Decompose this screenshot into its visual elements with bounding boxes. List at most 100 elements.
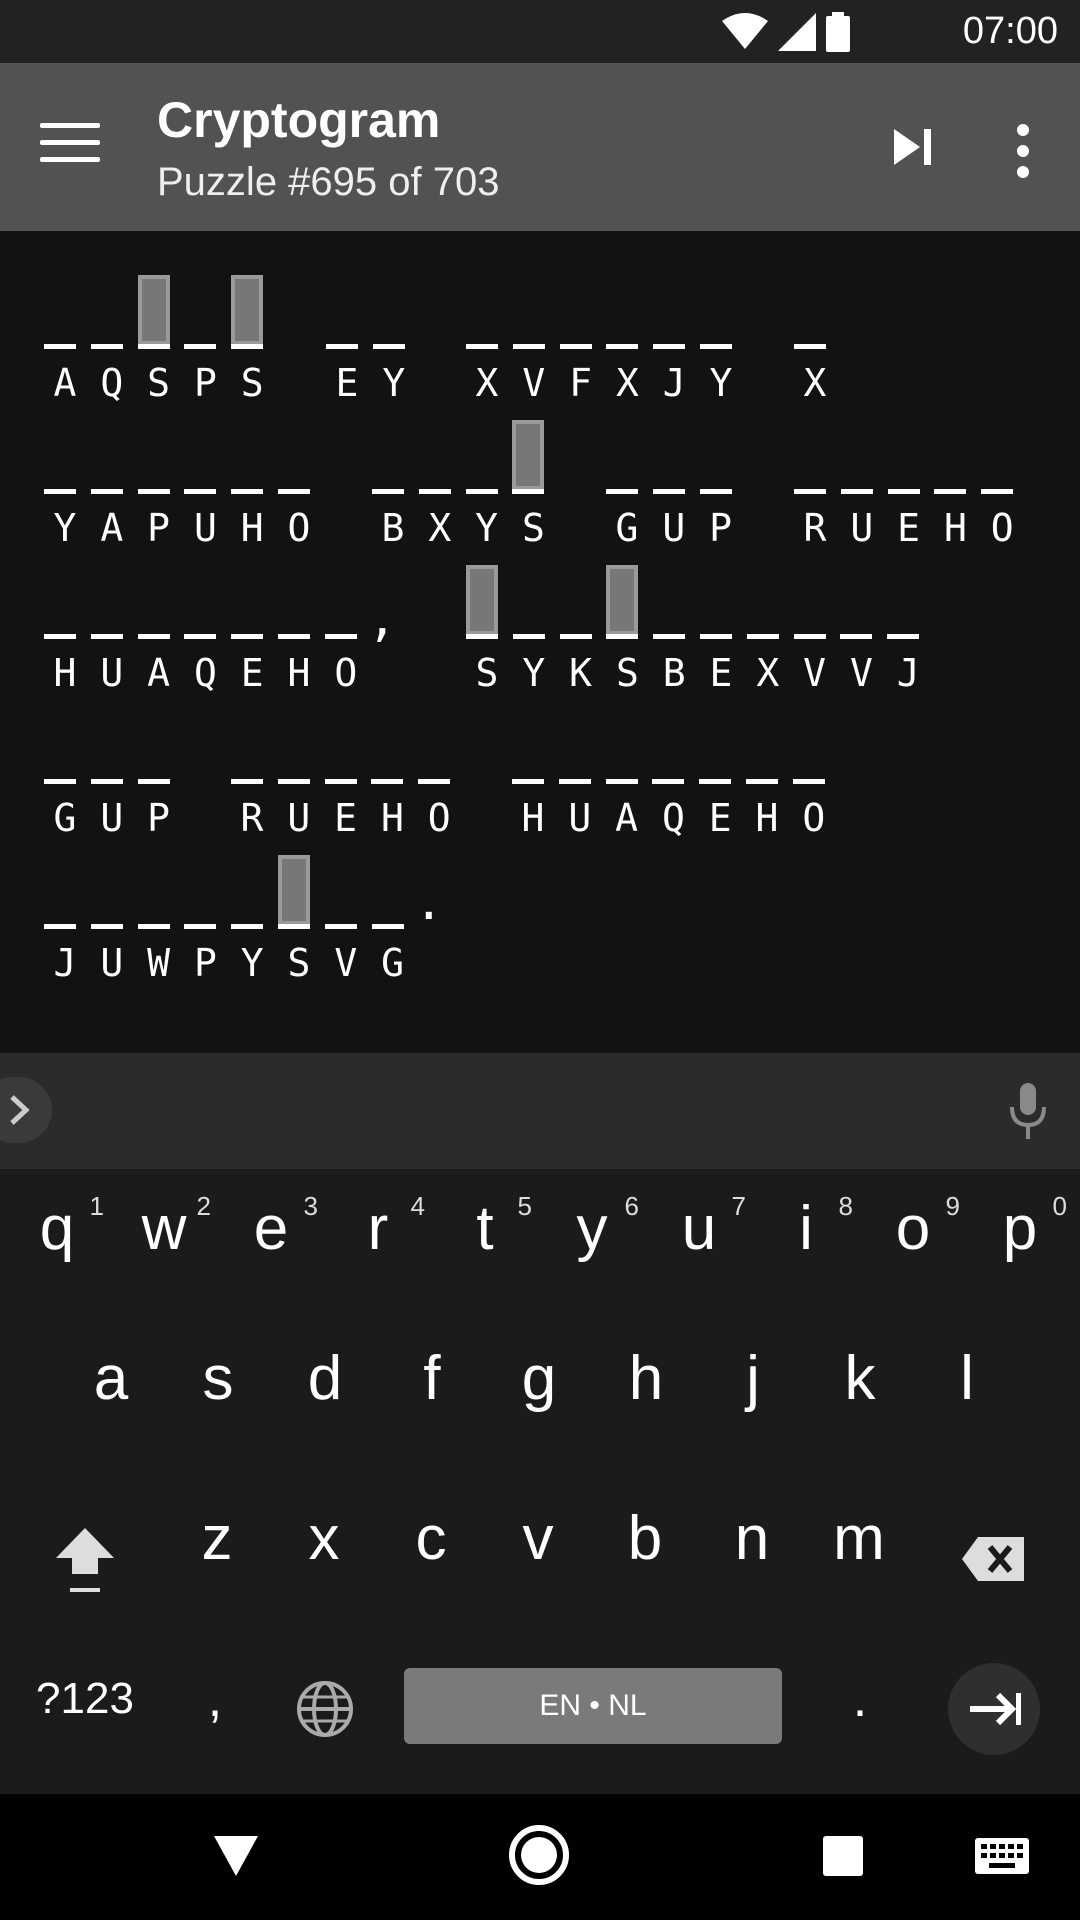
space-key[interactable]: EN • NL [404,1668,782,1744]
recents-icon[interactable] [823,1836,863,1876]
key-a[interactable]: a [58,1319,164,1439]
letter-slot[interactable]: S [464,561,500,695]
letter-slot[interactable]: E [698,561,734,695]
letter-slot[interactable]: V [838,561,874,695]
key-v[interactable]: v [485,1479,591,1599]
letter-slot[interactable]: Y [371,271,407,405]
letter-slot[interactable]: U [89,851,125,985]
letter-slot[interactable]: J [885,561,921,695]
letter-slot[interactable]: A [136,561,172,695]
letter-slot[interactable]: B [370,416,406,550]
letter-slot[interactable]: J [42,851,78,985]
letter-slot[interactable]: S [510,416,546,550]
letter-slot[interactable]: H [932,416,968,550]
key-z[interactable]: z [164,1479,270,1599]
letter-slot[interactable]: G [604,416,640,550]
letter-slot[interactable]: A [89,416,125,550]
letter-slot[interactable]: F [558,271,594,405]
letter-slot[interactable]: U [557,706,593,840]
letter-slot[interactable]: P [136,416,172,550]
backspace-key[interactable] [960,1529,1030,1589]
key-m[interactable]: m [806,1479,912,1599]
key-t[interactable]: t5 [432,1169,538,1289]
letter-slot[interactable]: Y [229,851,265,985]
letter-slot[interactable]: A [42,271,78,405]
language-key[interactable] [295,1679,355,1739]
letter-slot[interactable]: P [136,706,172,840]
letter-slot[interactable]: S [229,271,265,405]
letter-slot[interactable]: R [792,416,828,550]
letter-slot[interactable]: R [229,706,265,840]
key-b[interactable]: b [592,1479,698,1599]
letter-slot[interactable]: O [276,416,312,550]
letter-slot[interactable]: A [604,706,640,840]
letter-slot[interactable]: Q [182,561,218,695]
letter-slot[interactable]: E [886,416,922,550]
key-s[interactable]: s [165,1319,271,1439]
letter-slot[interactable]: H [276,561,312,695]
letter-slot[interactable]: U [89,706,125,840]
letter-slot[interactable]: W [136,851,172,985]
letter-slot[interactable]: U [651,416,687,550]
letter-slot[interactable]: B [651,561,687,695]
key-o[interactable]: o9 [860,1169,966,1289]
letter-slot[interactable]: Y [511,561,547,695]
letter-slot[interactable]: Y [464,416,500,550]
letter-slot[interactable]: U [839,416,875,550]
key-y[interactable]: y6 [539,1169,645,1289]
letter-slot[interactable]: H [744,706,780,840]
letter-slot[interactable]: K [558,561,594,695]
letter-slot[interactable]: G [370,851,406,985]
key-r[interactable]: r4 [325,1169,431,1289]
letter-slot[interactable]: E [323,706,359,840]
key-q[interactable]: q1 [4,1169,110,1289]
enter-key[interactable] [948,1663,1040,1755]
letter-slot[interactable]: U [182,416,218,550]
letter-slot[interactable]: S [276,851,312,985]
letter-slot[interactable]: O [323,561,359,695]
letter-slot[interactable]: Q [89,271,125,405]
skip-next-icon[interactable] [890,127,936,167]
home-icon[interactable] [508,1824,570,1886]
letter-slot[interactable]: V [323,851,359,985]
letter-slot[interactable]: V [511,271,547,405]
key-w[interactable]: w2 [111,1169,217,1289]
letter-slot[interactable]: E [697,706,733,840]
key-u[interactable]: u7 [646,1169,752,1289]
menu-icon[interactable] [40,123,100,171]
letter-slot[interactable]: P [698,416,734,550]
letter-slot[interactable]: P [182,271,218,405]
letter-slot[interactable]: P [182,851,218,985]
expand-suggestions-button[interactable] [0,1077,52,1143]
letter-slot[interactable]: H [510,706,546,840]
key-n[interactable]: n [699,1479,805,1599]
letter-slot[interactable]: Y [42,416,78,550]
letter-slot[interactable]: H [42,561,78,695]
key-j[interactable]: j [700,1319,806,1439]
letter-slot[interactable]: H [229,416,265,550]
shift-key[interactable] [50,1522,120,1602]
letter-slot[interactable]: E [324,271,360,405]
key-e[interactable]: e3 [218,1169,324,1289]
key-g[interactable]: g [486,1319,592,1439]
letter-slot[interactable]: S [604,561,640,695]
letter-slot[interactable]: Y [698,271,734,405]
key-d[interactable]: d [272,1319,378,1439]
key-p[interactable]: p0 [967,1169,1073,1289]
letter-slot[interactable]: X [745,561,781,695]
letter-slot[interactable]: U [276,706,312,840]
keyboard-switch-icon[interactable] [975,1838,1029,1874]
letter-slot[interactable]: X [604,271,640,405]
letter-slot[interactable]: J [651,271,687,405]
letter-slot[interactable]: X [792,271,828,405]
key-k[interactable]: k [807,1319,913,1439]
key-c[interactable]: c [378,1479,484,1599]
period-key[interactable]: . [835,1669,885,1749]
letter-slot[interactable]: U [89,561,125,695]
letter-slot[interactable]: O [979,416,1015,550]
letter-slot[interactable]: S [136,271,172,405]
key-x[interactable]: x [271,1479,377,1599]
key-h[interactable]: h [593,1319,699,1439]
letter-slot[interactable]: E [229,561,265,695]
letter-slot[interactable]: G [42,706,78,840]
